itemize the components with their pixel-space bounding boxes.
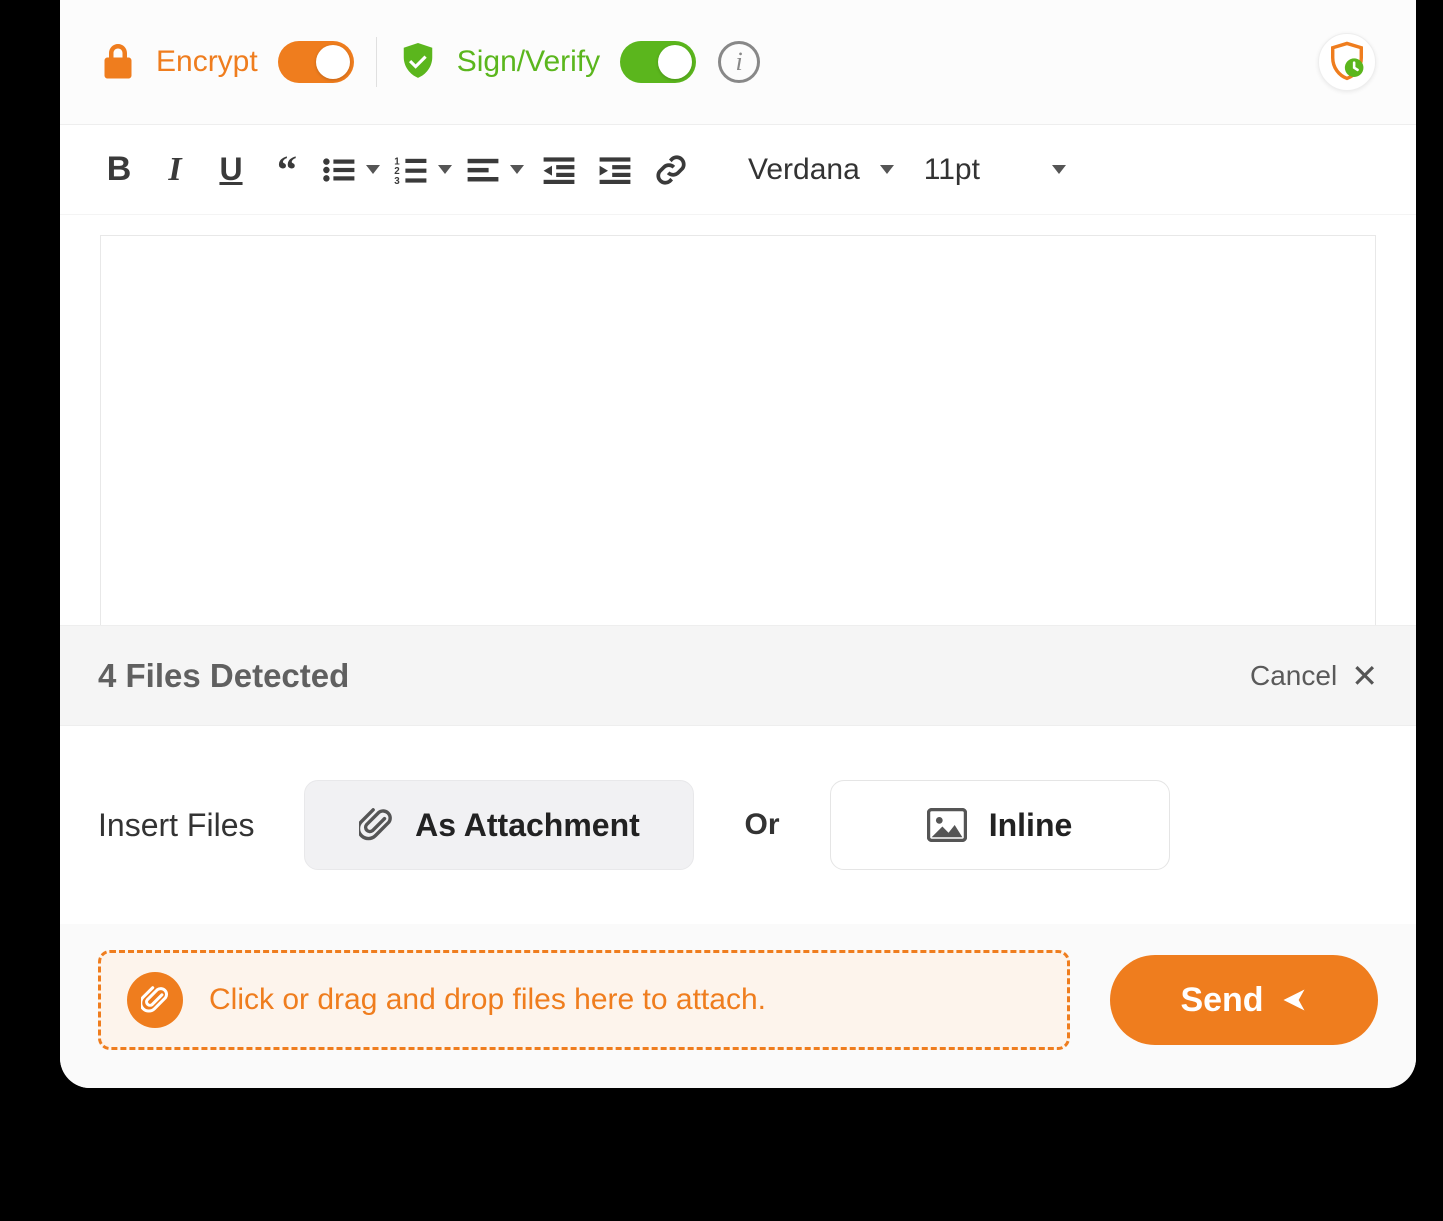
bold-button[interactable]: B [98, 146, 140, 194]
as-attachment-label: As Attachment [415, 807, 640, 844]
info-icon[interactable]: i [718, 41, 760, 83]
outdent-button[interactable] [538, 146, 580, 194]
insert-files-row: Insert Files As Attachment Or Inline [60, 726, 1416, 924]
image-icon [927, 808, 967, 842]
compose-bottom-bar: Click or drag and drop files here to att… [60, 924, 1416, 1088]
font-family-select[interactable]: Verdana [740, 153, 902, 187]
bullet-list-button[interactable] [322, 156, 380, 184]
dropzone-text: Click or drag and drop files here to att… [209, 983, 766, 1017]
lock-icon [100, 42, 136, 82]
encrypt-label: Encrypt [156, 45, 258, 79]
files-panel-header: 4 Files Detected Cancel ✕ [60, 626, 1416, 726]
numbered-list-button[interactable]: 123 [394, 156, 452, 184]
files-detected-label: 4 Files Detected [98, 657, 349, 695]
encrypt-toggle[interactable] [278, 41, 354, 83]
send-arrow-icon [1280, 986, 1308, 1014]
sign-verify-label: Sign/Verify [457, 45, 600, 79]
inline-button[interactable]: Inline [830, 780, 1170, 870]
shield-check-icon [399, 41, 437, 83]
font-family-value: Verdana [748, 153, 860, 187]
sign-section: Sign/Verify [399, 41, 696, 83]
paperclip-icon [359, 806, 393, 844]
indent-button[interactable] [594, 146, 636, 194]
close-icon: ✕ [1351, 660, 1378, 692]
quote-button[interactable]: “ [266, 146, 308, 194]
italic-button[interactable]: I [154, 146, 196, 194]
underline-button[interactable]: U [210, 146, 252, 194]
font-size-value: 11pt [924, 153, 980, 187]
align-button[interactable] [466, 156, 524, 184]
as-attachment-button[interactable]: As Attachment [304, 780, 694, 870]
link-button[interactable] [650, 146, 692, 194]
svg-text:3: 3 [394, 176, 400, 184]
inline-label: Inline [989, 807, 1073, 844]
sign-toggle[interactable] [620, 41, 696, 83]
attachment-dropzone[interactable]: Click or drag and drop files here to att… [98, 950, 1070, 1050]
font-size-select[interactable]: 11pt [916, 153, 1074, 187]
divider [376, 37, 377, 87]
security-toolbar: Encrypt Sign/Verify i [60, 0, 1416, 125]
cancel-label: Cancel [1250, 660, 1337, 692]
editor-toolbar: B I U “ 123 Verdana [60, 125, 1416, 215]
shield-clock-icon[interactable] [1318, 33, 1376, 91]
insert-files-label: Insert Files [98, 807, 254, 844]
send-button[interactable]: Send [1110, 955, 1378, 1045]
or-label: Or [744, 808, 779, 842]
files-panel: 4 Files Detected Cancel ✕ Insert Files A… [60, 625, 1416, 924]
cancel-button[interactable]: Cancel ✕ [1250, 660, 1378, 692]
send-label: Send [1180, 981, 1263, 1020]
message-editor[interactable] [100, 235, 1376, 625]
encrypt-section: Encrypt [100, 41, 354, 83]
paperclip-circle-icon [127, 972, 183, 1028]
